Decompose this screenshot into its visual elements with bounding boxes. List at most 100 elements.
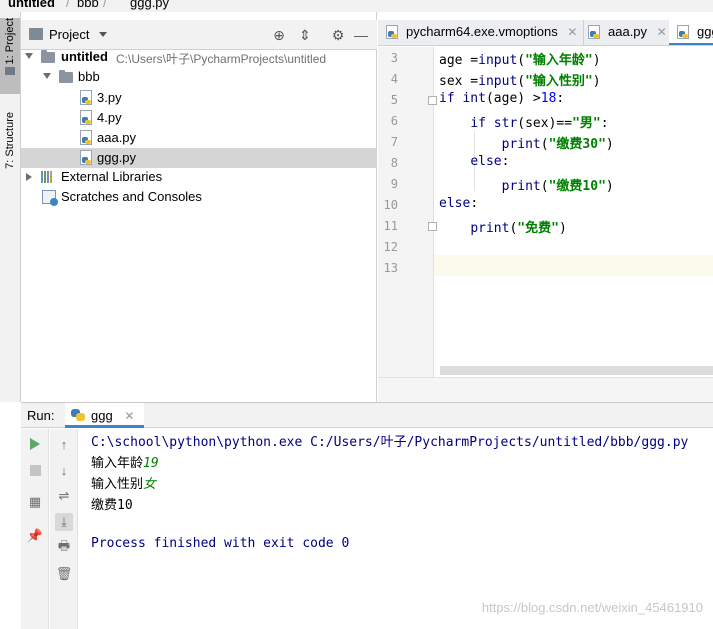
- soft-wrap-button[interactable]: ⇌: [55, 487, 73, 505]
- console-output[interactable]: C:\school\python\python.exe C:/Users/叶子/…: [91, 429, 713, 629]
- gear-icon[interactable]: ⚙: [330, 27, 346, 43]
- console-line: 输入性别女: [91, 473, 156, 492]
- code-line: if str(sex)=="男":: [439, 112, 608, 131]
- console-prompt: 输入年龄: [91, 456, 144, 471]
- tree-item-file[interactable]: 4.py: [21, 108, 377, 128]
- code-token: (: [517, 53, 526, 68]
- tree-item-root[interactable]: untitled C:\Users\叶子\PycharmProjects\unt…: [21, 47, 377, 67]
- tree-item-external-libraries[interactable]: External Libraries: [21, 167, 377, 187]
- close-icon[interactable]: ✕: [124, 409, 134, 423]
- console-prompt: 输入性别: [91, 477, 144, 492]
- code-token: :: [470, 196, 479, 211]
- tab-aaa[interactable]: aaa.py ✕: [580, 20, 674, 45]
- project-panel-header: Project ⊕ ⇕ ⚙ —: [21, 20, 377, 50]
- breadcrumb-folder[interactable]: bbb: [77, 0, 99, 10]
- tab-label: aaa.py: [608, 24, 648, 39]
- code-token: "输入性别": [525, 74, 593, 89]
- run-toolbar-primary: ▦ 📌: [21, 429, 49, 629]
- code-token: print: [470, 221, 510, 236]
- locate-icon[interactable]: ⊕: [271, 27, 287, 43]
- folder-icon: [5, 67, 15, 76]
- code-token: input: [478, 53, 518, 68]
- project-view-selector[interactable]: Project: [49, 27, 89, 42]
- code-line: print("缴费10"): [439, 175, 614, 194]
- code-token: "输入年龄": [525, 53, 593, 68]
- rerun-button[interactable]: [26, 435, 44, 453]
- python-file-icon: [80, 110, 92, 125]
- project-panel: Project ⊕ ⇕ ⚙ — untitled C:\Users\叶子\Pyc…: [21, 12, 377, 402]
- tree-item-label: aaa.py: [97, 130, 137, 145]
- folder-icon: [59, 70, 73, 83]
- code-token: "缴费10": [548, 179, 606, 194]
- code-token: "免费": [517, 221, 559, 236]
- editor-tabs: pycharm64.exe.vmoptions ✕ aaa.py ✕ ggg: [378, 20, 713, 46]
- run-toolbar-secondary: ↑ ↓ ⇌ ⤓ 🖶 🗑: [50, 429, 78, 629]
- code-area[interactable]: age =input("输入年龄") sex =input("输入性别") if…: [435, 47, 713, 377]
- code-token: "缴费30": [548, 137, 606, 152]
- tree-item-file-selected[interactable]: ggg.py: [21, 148, 377, 168]
- line-number: 13: [383, 261, 398, 275]
- run-panel-title: Run:: [27, 408, 55, 423]
- layout-button[interactable]: ▦: [26, 493, 44, 511]
- line-number: 9: [390, 177, 398, 191]
- collapse-all-icon[interactable]: ⇕: [297, 27, 313, 43]
- breadcrumb-file[interactable]: ggg.py: [130, 0, 169, 10]
- console-user-input: 19: [143, 456, 159, 471]
- expand-arrow-icon[interactable]: [25, 53, 33, 59]
- clear-all-button[interactable]: 🗑: [55, 565, 73, 583]
- soft-wrap-icon: ⇌: [58, 488, 70, 503]
- code-editor: pycharm64.exe.vmoptions ✕ aaa.py ✕ ggg 3…: [378, 12, 713, 402]
- pin-button[interactable]: 📌: [26, 527, 44, 545]
- play-icon: [30, 438, 40, 450]
- code-line: sex =input("输入性别"): [439, 70, 601, 89]
- breadcrumb-project[interactable]: untitled: [8, 0, 55, 10]
- line-number: 7: [390, 135, 398, 149]
- scroll-to-end-button[interactable]: ⤓: [55, 513, 73, 531]
- tree-item-folder[interactable]: bbb: [21, 67, 377, 87]
- folder-icon: [29, 28, 43, 40]
- tree-item-label: External Libraries: [61, 169, 163, 184]
- expand-arrow-icon[interactable]: [43, 73, 51, 79]
- tree-item-scratches[interactable]: Scratches and Consoles: [21, 187, 377, 207]
- tree-item-label: ggg.py: [97, 150, 137, 165]
- code-line: age =input("输入年龄"): [439, 49, 601, 68]
- tab-vmoptions[interactable]: pycharm64.exe.vmoptions ✕: [378, 20, 585, 45]
- project-tool-button[interactable]: 1: Project: [0, 18, 20, 94]
- pin-icon: 📌: [26, 528, 44, 543]
- tab-label: pycharm64.exe.vmoptions: [406, 24, 558, 39]
- tree-item-label: 3.py: [97, 90, 122, 105]
- structure-tool-label: 7: Structure: [4, 112, 16, 169]
- breadcrumb: untitled / bbb / ggg.py: [0, 0, 713, 12]
- horizontal-scrollbar[interactable]: [440, 366, 713, 375]
- expand-arrow-icon[interactable]: [26, 173, 32, 181]
- stop-button[interactable]: [26, 461, 44, 479]
- close-icon[interactable]: ✕: [567, 25, 577, 39]
- tree-item-label: bbb: [78, 69, 100, 84]
- print-button[interactable]: 🖶: [55, 538, 73, 557]
- line-number: 10: [383, 198, 398, 212]
- code-token: str: [493, 116, 518, 131]
- tree-item-file[interactable]: aaa.py: [21, 128, 377, 148]
- line-number: 6: [390, 114, 398, 128]
- run-tab-label: ggg: [91, 408, 113, 423]
- close-icon[interactable]: ✕: [657, 25, 667, 39]
- chevron-down-icon[interactable]: [99, 32, 107, 37]
- console-command-line: C:\school\python\python.exe C:/Users/叶子/…: [91, 435, 689, 450]
- hide-icon[interactable]: —: [353, 27, 369, 43]
- tree-item-file[interactable]: 3.py: [21, 88, 377, 108]
- run-tab-ggg[interactable]: ggg ✕: [65, 403, 145, 428]
- code-token: :: [556, 91, 565, 106]
- folder-icon: [41, 50, 55, 63]
- code-token: age =: [439, 53, 479, 68]
- code-line: else:: [439, 196, 478, 211]
- line-number: 8: [390, 156, 398, 170]
- tab-ggg[interactable]: ggg: [669, 20, 713, 45]
- left-tool-strip: 1: Project 7: Structure: [0, 12, 21, 402]
- structure-tool-button[interactable]: 7: Structure: [0, 112, 20, 192]
- scroll-up-button[interactable]: ↑: [55, 435, 73, 453]
- line-number: 3: [390, 51, 398, 65]
- scroll-down-button[interactable]: ↓: [55, 461, 73, 479]
- line-number: 12: [383, 240, 398, 254]
- code-line: print("缴费30"): [439, 133, 614, 152]
- python-file-icon: [80, 130, 92, 145]
